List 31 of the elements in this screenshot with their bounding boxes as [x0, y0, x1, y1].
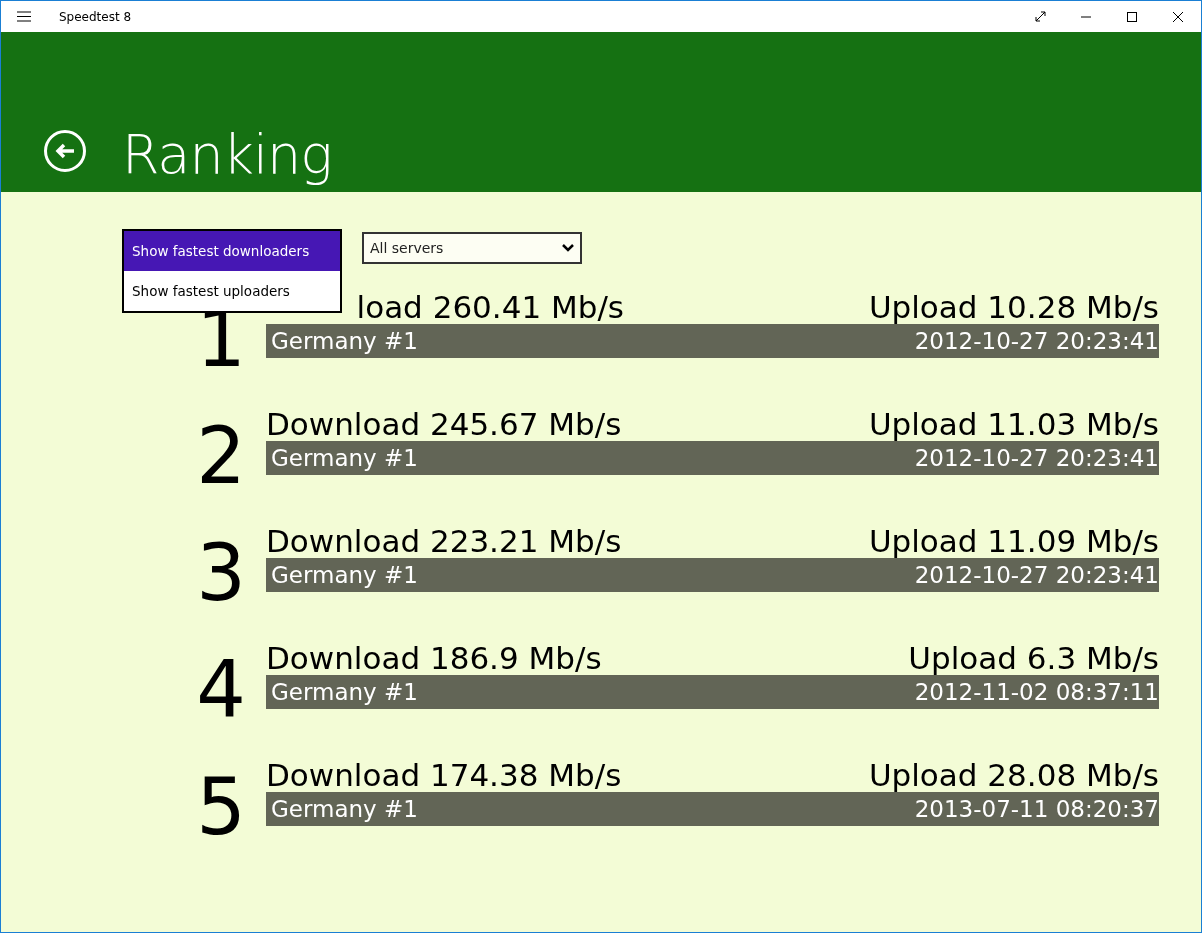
- test-time: 2012-11-02 08:37:11: [914, 679, 1159, 705]
- test-time: 2012-10-27 20:23:41: [914, 562, 1159, 588]
- upload-speed: Upload 11.09 Mb/s: [868, 523, 1159, 558]
- download-speed: Download 245.67 Mb/s: [266, 406, 622, 441]
- maximize-icon: [1127, 11, 1137, 22]
- test-time: 2012-10-27 20:23:41: [914, 445, 1159, 471]
- menu-item[interactable]: Show fastest downloaders: [124, 231, 340, 271]
- server-name: Germany #1: [271, 562, 418, 588]
- download-speed: Download 186.9 Mb/s: [266, 640, 602, 675]
- close-icon: [1173, 11, 1183, 22]
- server-name: Germany #1: [271, 679, 418, 705]
- minimize-icon: [1081, 15, 1091, 18]
- menu-icon: [17, 11, 31, 22]
- chevron-down-icon: [562, 244, 574, 252]
- test-time: 2013-07-11 08:20:37: [914, 796, 1159, 822]
- test-time: 2012-10-27 20:23:41: [914, 328, 1159, 354]
- upload-speed: Upload 28.08 Mb/s: [868, 757, 1159, 792]
- download-speed: Download 223.21 Mb/s: [266, 523, 622, 558]
- server-name: Germany #1: [271, 328, 418, 354]
- page-title: Ranking: [122, 123, 332, 186]
- back-button[interactable]: [44, 130, 86, 172]
- download-speed: Download 174.38 Mb/s: [266, 757, 622, 792]
- server-name: Germany #1: [271, 796, 418, 822]
- window-title: Speedtest 8: [59, 9, 133, 24]
- upload-speed: Upload 11.03 Mb/s: [868, 406, 1159, 441]
- server-name: Germany #1: [271, 445, 418, 471]
- back-arrow-icon: [55, 143, 75, 159]
- expand-icon: [1034, 11, 1046, 22]
- upload-speed: Upload 10.28 Mb/s: [868, 289, 1159, 324]
- server-dropdown[interactable]: All servers: [362, 232, 582, 264]
- upload-speed: Upload 6.3 Mb/s: [908, 640, 1159, 675]
